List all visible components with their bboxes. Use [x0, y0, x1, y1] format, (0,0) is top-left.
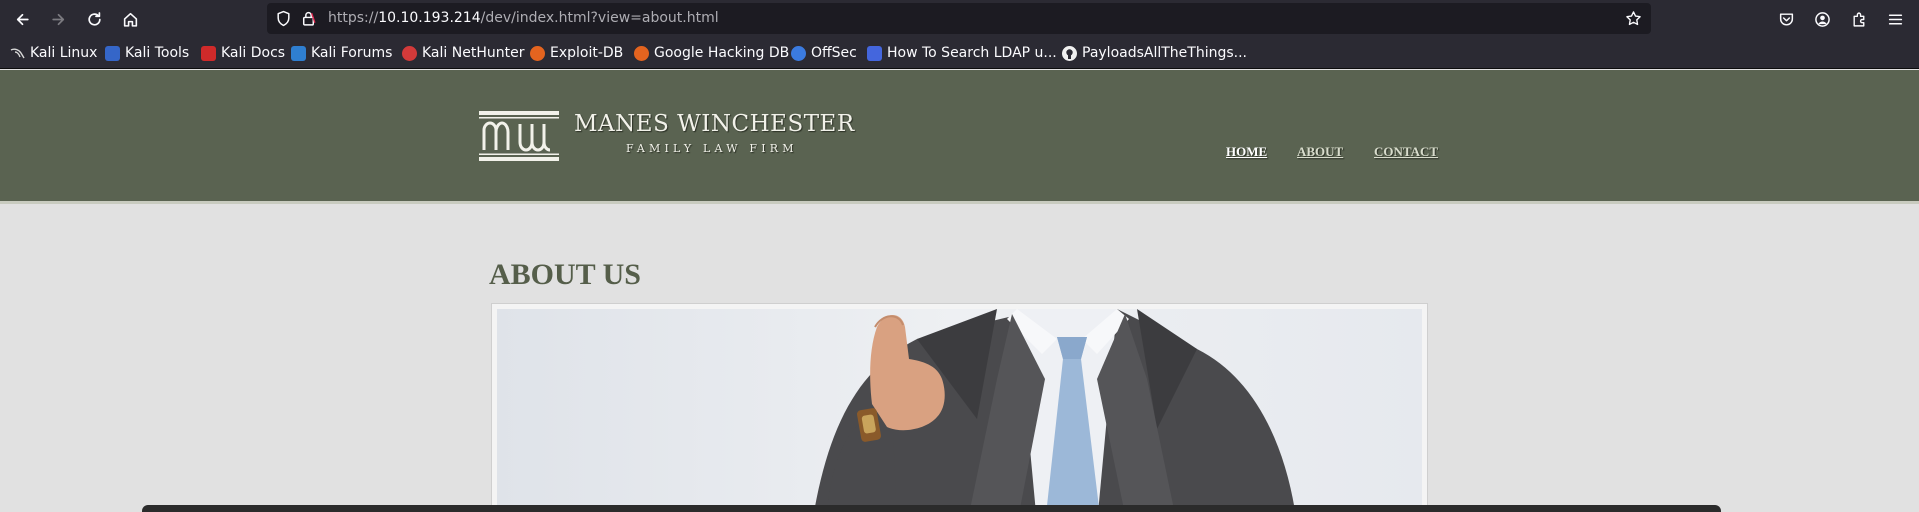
- bookmark-payloadsallthethings[interactable]: PayloadsAllTheThings...: [1062, 43, 1247, 63]
- bookmark-kali-tools[interactable]: Kali Tools: [105, 43, 189, 63]
- kali-forums-icon: [291, 45, 306, 61]
- kali-docs-icon: [201, 45, 216, 61]
- reload-button[interactable]: [80, 5, 108, 33]
- url-host: 10.10.193.214: [378, 10, 481, 26]
- back-button[interactable]: [8, 5, 36, 33]
- law-firm-logo[interactable]: [478, 110, 560, 162]
- brand-tagline: FAMILY LAW FIRM: [626, 142, 798, 155]
- extensions-icon: [1852, 12, 1864, 27]
- pocket-button[interactable]: [1772, 5, 1800, 33]
- github-icon: [1062, 45, 1077, 61]
- bookmark-label: Kali NetHunter: [422, 45, 525, 61]
- account-button[interactable]: [1808, 5, 1836, 33]
- kali-nethunter-icon: [402, 45, 417, 61]
- url-scheme: https://: [328, 10, 379, 26]
- bookmark-label: Kali Linux: [30, 45, 98, 61]
- bookmark-label: How To Search LDAP u...: [887, 45, 1057, 61]
- home-icon: [123, 12, 137, 27]
- offsec-icon: [791, 45, 806, 61]
- bookmarks-toolbar: Kali Linux Kali Tools Kali Docs Kali For…: [0, 37, 1919, 69]
- kali-linux-icon: [10, 46, 25, 61]
- site-header: MANES WINCHESTER FAMILY LAW FIRM HOME AB…: [0, 70, 1919, 204]
- bookmark-kali-nethunter[interactable]: Kali NetHunter: [402, 43, 524, 63]
- browser-toolbar: https://10.10.193.214/dev/index.html?vie…: [0, 0, 1919, 37]
- address-bar[interactable]: https://10.10.193.214/dev/index.html?vie…: [267, 3, 1651, 34]
- bookmark-exploit-db[interactable]: Exploit-DB: [530, 43, 623, 63]
- about-photo-frame: [491, 303, 1428, 512]
- ldap-article-icon: [867, 45, 882, 61]
- bookmark-label: OffSec: [811, 45, 857, 61]
- forward-button[interactable]: [44, 5, 72, 33]
- reload-icon: [87, 11, 101, 26]
- home-button[interactable]: [116, 5, 144, 33]
- businessman-illustration: [814, 309, 1296, 512]
- nav-about-link[interactable]: ABOUT: [1297, 144, 1343, 160]
- extensions-button[interactable]: [1845, 5, 1873, 33]
- kali-tools-icon: [105, 45, 120, 61]
- menu-icon: [1888, 13, 1902, 25]
- bookmark-label: Exploit-DB: [550, 45, 624, 61]
- bookmark-google-hacking-db[interactable]: Google Hacking DB: [634, 43, 789, 63]
- bookmark-kali-linux[interactable]: Kali Linux: [10, 43, 97, 63]
- lock-icon[interactable]: [300, 10, 317, 27]
- forward-icon: [51, 13, 64, 25]
- url-text[interactable]: https://10.10.193.214/dev/index.html?vie…: [328, 10, 719, 26]
- bookmark-label: Kali Docs: [221, 45, 286, 61]
- brand-name[interactable]: MANES WINCHESTER: [574, 111, 855, 137]
- businessman-thumbs-up-photo: [497, 309, 1422, 512]
- star-icon[interactable]: [1625, 10, 1642, 27]
- bookmark-kali-forums[interactable]: Kali Forums: [291, 43, 392, 63]
- bottom-panel-edge: [142, 505, 1721, 512]
- url-path: /dev/index.html?view=about.html: [480, 10, 719, 26]
- bookmark-label: PayloadsAllTheThings...: [1082, 45, 1248, 61]
- bookmark-kali-docs[interactable]: Kali Docs: [201, 43, 285, 63]
- exploit-db-icon: [530, 45, 545, 61]
- account-icon: [1814, 11, 1830, 27]
- back-icon: [16, 13, 29, 25]
- ghdb-icon: [634, 45, 649, 61]
- bookmark-label: Kali Forums: [311, 45, 393, 61]
- bookmark-offsec[interactable]: OffSec: [791, 43, 857, 63]
- pocket-icon: [1779, 12, 1793, 26]
- app-menu-button[interactable]: [1881, 5, 1909, 33]
- bookmark-label: Google Hacking DB: [654, 45, 790, 61]
- bookmark-label: Kali Tools: [125, 45, 190, 61]
- nav-contact-link[interactable]: CONTACT: [1374, 144, 1438, 160]
- shield-icon[interactable]: [275, 10, 292, 27]
- nav-home-link[interactable]: HOME: [1226, 144, 1267, 160]
- bookmark-ldap-article[interactable]: How To Search LDAP u...: [867, 43, 1057, 63]
- page-heading: ABOUT US: [489, 258, 641, 291]
